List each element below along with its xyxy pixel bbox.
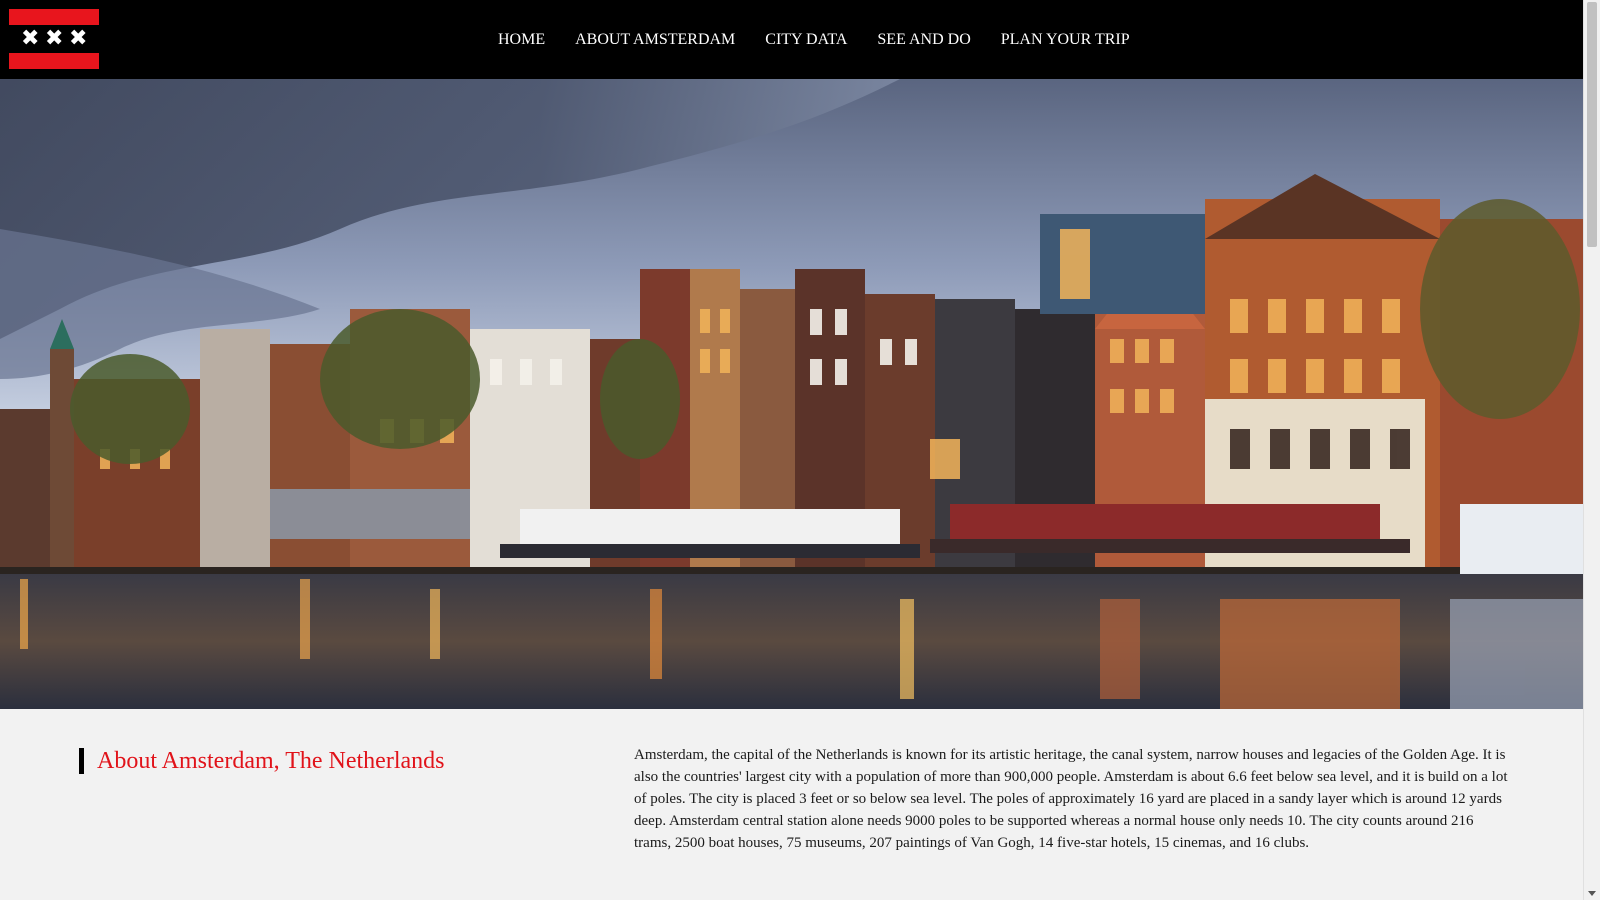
canal-houses-illustration — [0, 79, 1583, 709]
about-heading-text: About Amsterdam, The Netherlands — [97, 748, 445, 774]
logo-cross-icon: ✖ — [45, 26, 64, 51]
scrollbar-thumb[interactable] — [1587, 2, 1597, 247]
amsterdam-flag-logo[interactable]: ✖ ✖ ✖ — [9, 9, 99, 69]
main-nav: HOME ABOUT AMSTERDAM CITY DATA SEE AND DO PL… — [483, 31, 1145, 49]
nav-about-amsterdam[interactable]: ABOUT AMSTERDAM — [560, 31, 750, 49]
nav-home[interactable]: HOME — [483, 31, 560, 49]
about-paragraph: Amsterdam, the capital of the Netherland… — [634, 747, 1508, 851]
logo-cross-icon: ✖ — [69, 26, 88, 51]
logo-red-stripe-top — [9, 9, 99, 25]
about-heading: About Amsterdam, The Netherlands — [79, 748, 444, 774]
hero-image — [0, 79, 1583, 709]
top-navbar: ✖ ✖ ✖ HOME ABOUT AMSTERDAM CITY DATA SEE AN… — [0, 0, 1583, 79]
logo-red-stripe-bottom — [9, 53, 99, 69]
nav-city-data[interactable]: CITY DATA — [750, 31, 862, 49]
vertical-scrollbar[interactable] — [1583, 0, 1600, 900]
scroll-down-arrow-icon[interactable] — [1588, 891, 1596, 896]
nav-see-and-do[interactable]: SEE AND DO — [862, 31, 985, 49]
logo-cross-icon: ✖ — [21, 26, 40, 51]
nav-plan-your-trip[interactable]: PLAN YOUR TRIP — [986, 31, 1145, 49]
